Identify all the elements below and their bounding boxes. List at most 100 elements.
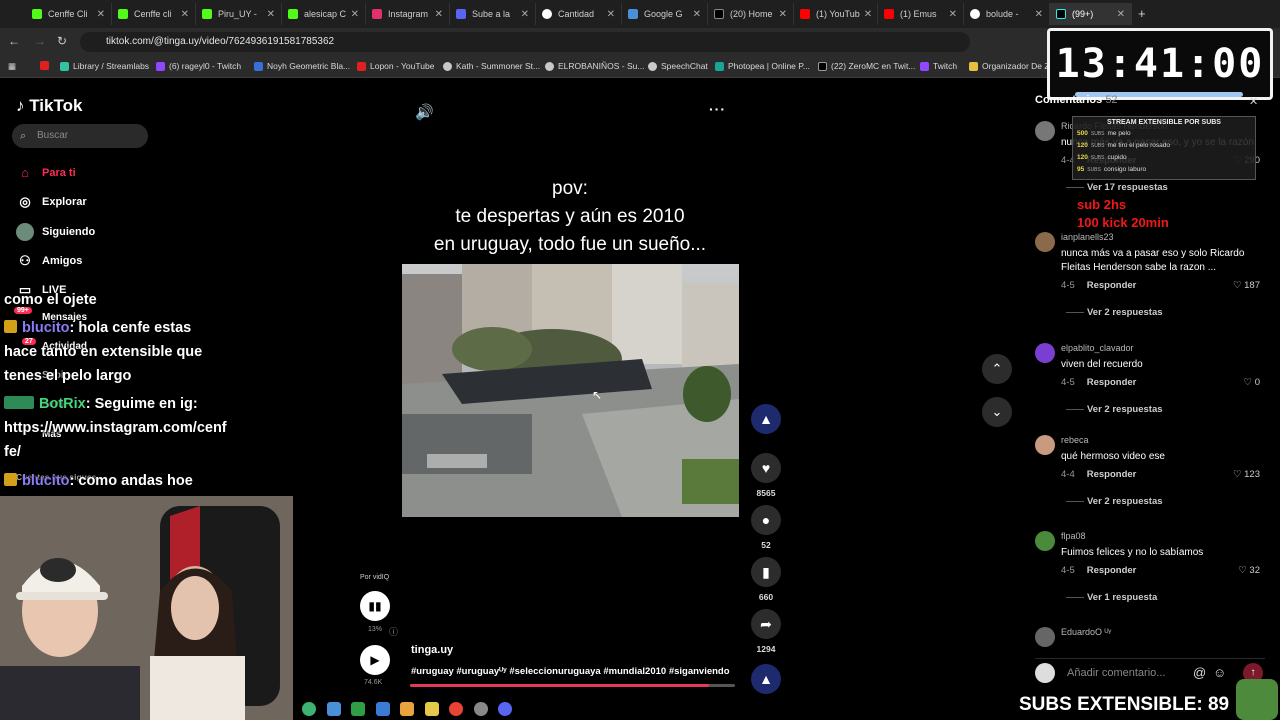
app-icon[interactable] <box>400 702 414 716</box>
bookmark[interactable]: (22) ZeroMC en Twit... <box>818 61 915 71</box>
bookmark[interactable]: Twitch <box>920 61 957 71</box>
volume-icon[interactable]: 🔊 <box>415 103 434 121</box>
browser-tab[interactable]: Piru_UY - ✕ <box>196 3 282 25</box>
reply-button[interactable]: Responder <box>1087 565 1137 576</box>
mention-icon[interactable]: @ <box>1193 665 1206 680</box>
reply-button[interactable]: Responder <box>1087 377 1137 388</box>
share-button[interactable]: ➦ 1294 <box>751 609 781 654</box>
reply-button[interactable]: Responder <box>1087 469 1137 480</box>
more-options-icon[interactable]: ··· <box>709 101 726 117</box>
browser-tab[interactable]: bolude - ✕ <box>964 3 1050 25</box>
app-icon[interactable] <box>327 702 341 716</box>
info-icon[interactable]: ⓘ <box>389 625 398 638</box>
bookmark[interactable]: Kath - Summoner St... <box>443 61 540 71</box>
close-icon[interactable]: ✕ <box>263 9 275 20</box>
bookmark[interactable] <box>40 61 53 70</box>
browser-tab[interactable]: Cenffe Cli ✕ <box>26 3 112 25</box>
browser-tab[interactable]: Sube a la ✕ <box>450 3 536 25</box>
forward-icon[interactable]: → <box>32 34 48 48</box>
previous-video-button[interactable]: ⌃ <box>982 354 1012 384</box>
tiktok-logo[interactable]: ♪ TikTok <box>16 96 82 116</box>
browser-tab[interactable]: (1) YouTub ✕ <box>794 3 878 25</box>
author-name[interactable]: tinga.uy <box>411 644 453 656</box>
nav-friends[interactable]: ⚇ Amigos <box>16 253 82 269</box>
browser-tab[interactable]: Instagram ✕ <box>366 3 450 25</box>
comment-avatar[interactable] <box>1035 531 1055 551</box>
comment-like-button[interactable]: ♡ 0 <box>1244 377 1260 388</box>
close-icon[interactable]: ✕ <box>603 9 615 20</box>
app-icon[interactable] <box>351 702 365 716</box>
comment-username[interactable]: ianplanells23 <box>1061 232 1114 242</box>
bookmark[interactable]: (6) rageyl0 - Twitch <box>156 61 241 71</box>
comment-username[interactable]: rebeca <box>1061 435 1089 445</box>
comment-avatar[interactable] <box>1035 343 1055 363</box>
comment-like-button[interactable]: ♡ 187 <box>1233 280 1260 291</box>
close-icon[interactable]: ✕ <box>1031 9 1043 20</box>
hashtags[interactable]: #uruguay #uruguayᵁʸ #seleccionuruguaya #… <box>411 666 730 677</box>
next-video-button[interactable]: ⌄ <box>982 397 1012 427</box>
stats-button[interactable]: ▮▮ <box>360 591 390 621</box>
browser-tab[interactable]: alesicap C ✕ <box>282 3 366 25</box>
browser-tab[interactable]: Google G ✕ <box>622 3 708 25</box>
close-icon[interactable]: ✕ <box>347 9 359 20</box>
comment-avatar[interactable] <box>1035 232 1055 252</box>
close-icon[interactable]: ✕ <box>93 9 105 20</box>
comment-username[interactable]: EduardoO ᵁʸ <box>1061 627 1111 637</box>
close-icon[interactable]: ✕ <box>775 9 787 20</box>
bookmark[interactable]: Photopea | Online P... <box>715 61 810 71</box>
comment-button[interactable]: ● 52 <box>751 505 781 550</box>
close-icon[interactable]: ✕ <box>517 9 529 20</box>
bookmark[interactable]: SpeechChat <box>648 61 708 71</box>
like-button[interactable]: ♥ 8565 <box>751 453 781 498</box>
bookmark[interactable]: Lopon - YouTube <box>357 61 434 71</box>
comment-like-button[interactable]: ♡ 123 <box>1233 469 1260 480</box>
close-icon[interactable]: ✕ <box>945 9 957 20</box>
search-input[interactable]: ⌕ Buscar <box>12 124 148 148</box>
browser-tab[interactable]: Cenffe cli ✕ <box>112 3 196 25</box>
view-replies-button[interactable]: Ver 2 respuestas <box>1066 307 1163 318</box>
play-button[interactable]: ▶ <box>360 645 390 675</box>
comment-avatar[interactable] <box>1035 627 1055 647</box>
view-replies-button[interactable]: Ver 2 respuestas <box>1066 404 1163 415</box>
folder-icon[interactable] <box>425 702 439 716</box>
bookmark[interactable]: Organizador De Z <box>969 61 1050 71</box>
close-icon[interactable]: ✕ <box>431 9 443 20</box>
comment-username[interactable]: elpablito_clavador <box>1061 343 1134 353</box>
app-icon[interactable] <box>302 702 316 716</box>
bookmark[interactable]: Library / Streamlabs <box>60 61 149 71</box>
browser-tab-active[interactable]: (99+) ✕ <box>1050 3 1132 25</box>
comment-avatar[interactable] <box>1035 121 1055 141</box>
nav-following[interactable]: Siguiendo <box>16 223 95 241</box>
back-icon[interactable]: ← <box>6 34 22 48</box>
bookmark[interactable]: ELROBANIÑOS - Su... <box>545 61 644 71</box>
nav-explore[interactable]: ◎ Explorar <box>16 194 86 210</box>
browser-tab[interactable]: (20) Home ✕ <box>708 3 794 25</box>
app-icon[interactable] <box>376 702 390 716</box>
bookmark[interactable]: Noyh Geometric Bla... <box>254 61 350 71</box>
chat-link[interactable]: https://www.instagram.com/cenf <box>4 420 227 436</box>
video-player[interactable] <box>402 264 739 517</box>
app-icon[interactable] <box>474 702 488 716</box>
close-icon[interactable]: ✕ <box>1113 9 1125 20</box>
view-replies-button[interactable]: Ver 17 respuestas <box>1066 182 1168 193</box>
sound-avatar[interactable]: ▲ <box>751 664 781 694</box>
view-replies-button[interactable]: Ver 2 respuestas <box>1066 496 1163 507</box>
video-progress-bar[interactable] <box>410 684 735 687</box>
url-field[interactable]: tiktok.com/@tinga.uy/video/7624936191581… <box>80 32 970 52</box>
creator-avatar[interactable]: ▲ <box>751 404 781 434</box>
reply-button[interactable]: Responder <box>1087 280 1137 291</box>
view-replies-button[interactable]: Ver 1 respuesta <box>1066 592 1157 603</box>
close-icon[interactable]: ✕ <box>1249 95 1258 108</box>
apps-icon[interactable]: ▦ <box>8 61 16 72</box>
new-tab-icon[interactable]: + <box>1138 6 1146 21</box>
close-icon[interactable]: ✕ <box>177 9 189 20</box>
emoji-icon[interactable]: ☺ <box>1213 665 1226 680</box>
comment-input[interactable]: Añadir comentario... <box>1067 667 1165 679</box>
browser-tab[interactable]: (1) Emus ✕ <box>878 3 964 25</box>
comment-like-button[interactable]: ♡ 32 <box>1238 565 1260 576</box>
comment-username[interactable]: flpa08 <box>1061 531 1086 541</box>
chat-link[interactable]: fe/ <box>4 444 21 460</box>
comment-avatar[interactable] <box>1035 435 1055 455</box>
chrome-icon[interactable] <box>449 702 463 716</box>
discord-icon[interactable] <box>498 702 512 716</box>
